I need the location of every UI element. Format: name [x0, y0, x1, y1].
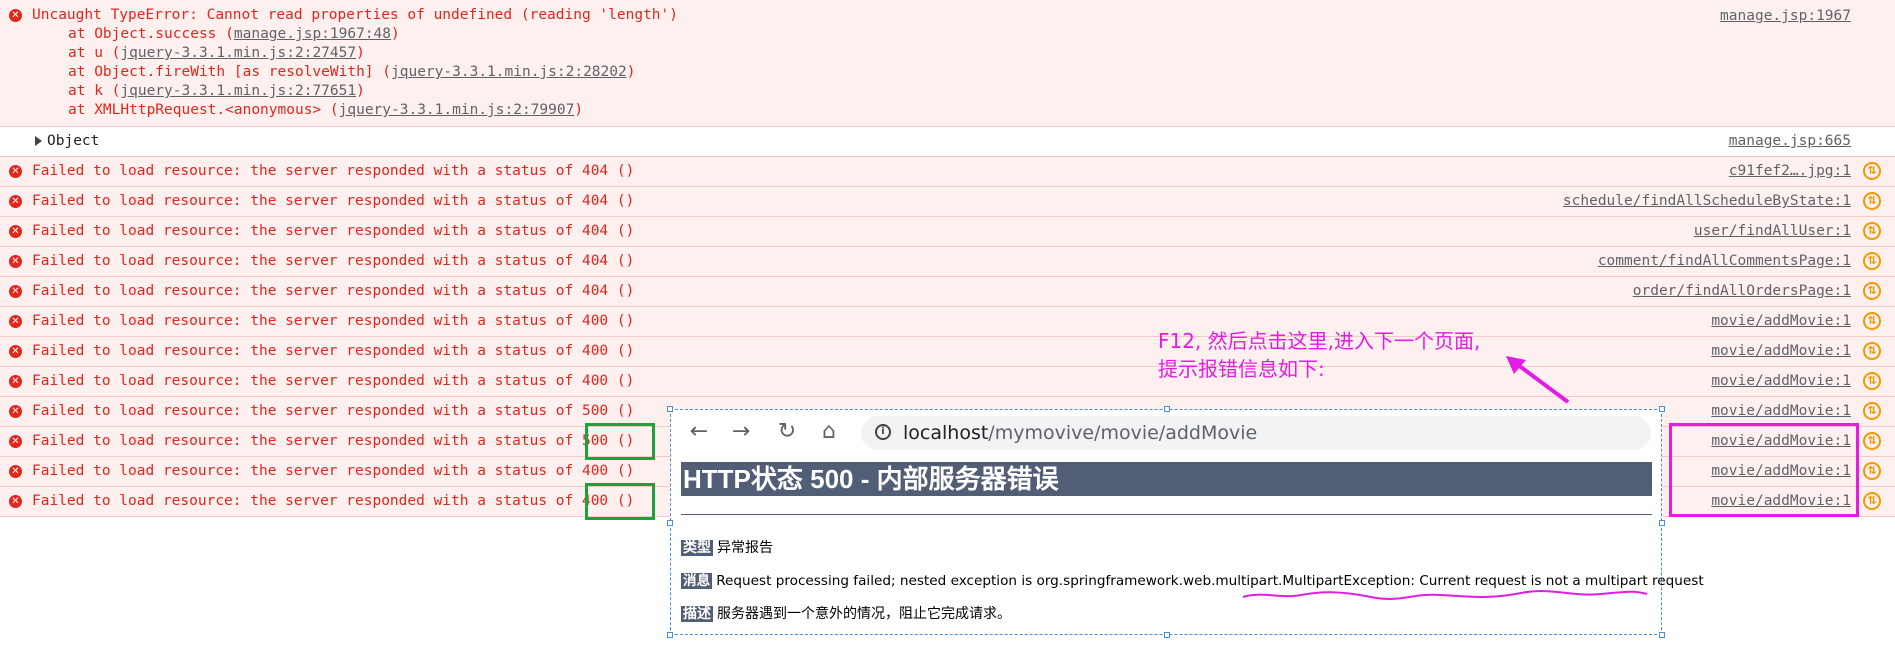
stack-frame-link[interactable]: jquery-3.3.1.min.js:2:79907 [339, 102, 575, 118]
addmovie-links-highlight [1669, 423, 1859, 517]
error-circle-icon: ✕ [9, 225, 22, 238]
address-bar[interactable]: i localhost/mymovive/movie/addMovie [861, 416, 1651, 450]
network-request-icon[interactable]: ⇅ [1863, 372, 1881, 390]
error-circle-icon: ✕ [9, 405, 22, 418]
network-request-icon[interactable]: ⇅ [1863, 462, 1881, 480]
resource-error-row: ✕ Failed to load resource: the server res… [0, 367, 1895, 397]
error-message: Failed to load resource: the server resp… [32, 463, 635, 479]
resource-source-link[interactable]: movie/addMovie:1 [1711, 373, 1851, 389]
error-circle-icon: ✕ [9, 435, 22, 448]
expand-triangle-icon[interactable] [35, 136, 42, 146]
annotation-text: F12, 然后点击这里,进入下一个页面, 提示报错信息如下: [1158, 329, 1481, 381]
network-request-icon[interactable]: ⇅ [1863, 432, 1881, 450]
stack-frame-link[interactable]: jquery-3.3.1.min.js:2:77651 [120, 83, 356, 99]
resource-error-row: ✕ Failed to load resource: the server res… [0, 247, 1895, 277]
object-label: Object [47, 133, 100, 149]
error-message: Uncaught TypeError: Cannot read properti… [32, 7, 679, 23]
error-circle-icon: ✕ [9, 255, 22, 268]
error-message: Failed to load resource: the server resp… [32, 373, 635, 389]
resource-source-link[interactable]: user/findAllUser:1 [1694, 223, 1851, 239]
error-message: Failed to load resource: the server resp… [32, 403, 635, 419]
error-circle-icon: ✕ [9, 195, 22, 208]
network-request-icon[interactable]: ⇅ [1863, 222, 1881, 240]
stack-frame: at Object.success (manage.jsp:1967:48) [68, 26, 400, 42]
resource-error-row: ✕ Failed to load resource: the server res… [0, 217, 1895, 247]
resource-error-row: ✕ Failed to load resource: the server res… [0, 157, 1895, 187]
forward-arrow-icon[interactable]: → [727, 418, 755, 446]
stack-frame-link[interactable]: jquery-3.3.1.min.js:2:28202 [391, 64, 627, 80]
home-icon[interactable]: ⌂ [815, 418, 843, 446]
description-tag: 描述 [681, 606, 713, 622]
object-source-link[interactable]: manage.jsp:665 [1729, 133, 1851, 149]
error-circle-icon: ✕ [9, 465, 22, 478]
error-circle-icon: ✕ [9, 495, 22, 508]
status-500-highlight [585, 423, 655, 460]
network-request-icon[interactable]: ⇅ [1863, 342, 1881, 360]
underline-squiggle [1242, 590, 1648, 600]
stack-frame: at XMLHttpRequest.<anonymous> (jquery-3.… [68, 102, 584, 118]
error-message: Failed to load resource: the server resp… [32, 163, 635, 179]
object-entry[interactable]: Object manage.jsp:665 [0, 127, 1895, 157]
error-message: Failed to load resource: the server resp… [32, 283, 635, 299]
error-message: Failed to load resource: the server resp… [32, 313, 635, 329]
resource-source-link[interactable]: schedule/findAllScheduleByState:1 [1563, 193, 1851, 209]
resource-source-link[interactable]: movie/addMovie:1 [1711, 403, 1851, 419]
url-text: localhost/mymovive/movie/addMovie [903, 422, 1258, 444]
network-request-icon[interactable]: ⇅ [1863, 402, 1881, 420]
error-message: Failed to load resource: the server resp… [32, 193, 635, 209]
error-message: Failed to load resource: the server resp… [32, 433, 635, 449]
resource-source-link[interactable]: comment/findAllCommentsPage:1 [1598, 253, 1851, 269]
network-request-icon[interactable]: ⇅ [1863, 492, 1881, 510]
network-request-icon[interactable]: ⇅ [1863, 192, 1881, 210]
stack-frame-link[interactable]: manage.jsp:1967:48 [234, 26, 391, 42]
resource-error-row: ✕ Failed to load resource: the server res… [0, 277, 1895, 307]
browser-toolbar: ← → ↻ ⌂ i localhost/mymovive/movie/addMo… [681, 416, 1651, 450]
description-line: 描述 服务器遇到一个意外的情况，阻止它完成请求。 [681, 605, 1011, 623]
network-request-icon[interactable]: ⇅ [1863, 252, 1881, 270]
error-circle-icon: ✕ [9, 165, 22, 178]
error-circle-icon: ✕ [9, 375, 22, 388]
back-arrow-icon[interactable]: ← [685, 418, 713, 446]
error-circle-icon: ✕ [9, 315, 22, 328]
error-circle-icon: ✕ [9, 9, 22, 22]
error-message: Failed to load resource: the server resp… [32, 343, 635, 359]
reload-icon[interactable]: ↻ [773, 418, 801, 446]
annotation-arrow [1506, 356, 1570, 404]
info-icon[interactable]: i [875, 424, 891, 440]
resource-source-link[interactable]: movie/addMovie:1 [1711, 343, 1851, 359]
error-message: Failed to load resource: the server resp… [32, 223, 635, 239]
page-title: HTTP状态 500 - 内部服务器错误 [681, 462, 1652, 496]
error-circle-icon: ✕ [9, 285, 22, 298]
resource-source-link[interactable]: c91fef2….jpg:1 [1729, 163, 1851, 179]
network-request-icon[interactable]: ⇅ [1863, 312, 1881, 330]
divider [681, 514, 1652, 515]
error-circle-icon: ✕ [9, 345, 22, 358]
browser-error-page-screenshot: ← → ↻ ⌂ i localhost/mymovive/movie/addMo… [667, 406, 1704, 638]
network-request-icon[interactable]: ⇅ [1863, 162, 1881, 180]
stack-frame: at k (jquery-3.3.1.min.js:2:77651) [68, 83, 365, 99]
error-message: Failed to load resource: the server resp… [32, 493, 635, 509]
network-request-icon[interactable]: ⇅ [1863, 282, 1881, 300]
stack-frame: at u (jquery-3.3.1.min.js:2:27457) [68, 45, 365, 61]
type-tag: 类型 [681, 540, 713, 556]
type-line: 类型 异常报告 [681, 539, 773, 557]
resource-error-row: ✕ Failed to load resource: the server res… [0, 187, 1895, 217]
error-source-link[interactable]: manage.jsp:1967 [1720, 8, 1851, 24]
resource-source-link[interactable]: order/findAllOrdersPage:1 [1633, 283, 1851, 299]
stack-frame-link[interactable]: jquery-3.3.1.min.js:2:27457 [120, 45, 356, 61]
stack-frame: at Object.fireWith [as resolveWith] (jqu… [68, 64, 636, 80]
resource-source-link[interactable]: movie/addMovie:1 [1711, 313, 1851, 329]
description-text: 服务器遇到一个意外的情况，阻止它完成请求。 [717, 606, 1011, 622]
status-400-highlight [585, 483, 655, 520]
type-text: 异常报告 [717, 540, 773, 556]
message-tag: 消息 [681, 573, 713, 589]
resource-error-row: ✕ Failed to load resource: the server res… [0, 307, 1895, 337]
error-message: Failed to load resource: the server resp… [32, 253, 635, 269]
resource-error-row: ✕ Failed to load resource: the server res… [0, 337, 1895, 367]
uncaught-error-entry: ✕ Uncaught TypeError: Cannot read proper… [0, 0, 1895, 127]
